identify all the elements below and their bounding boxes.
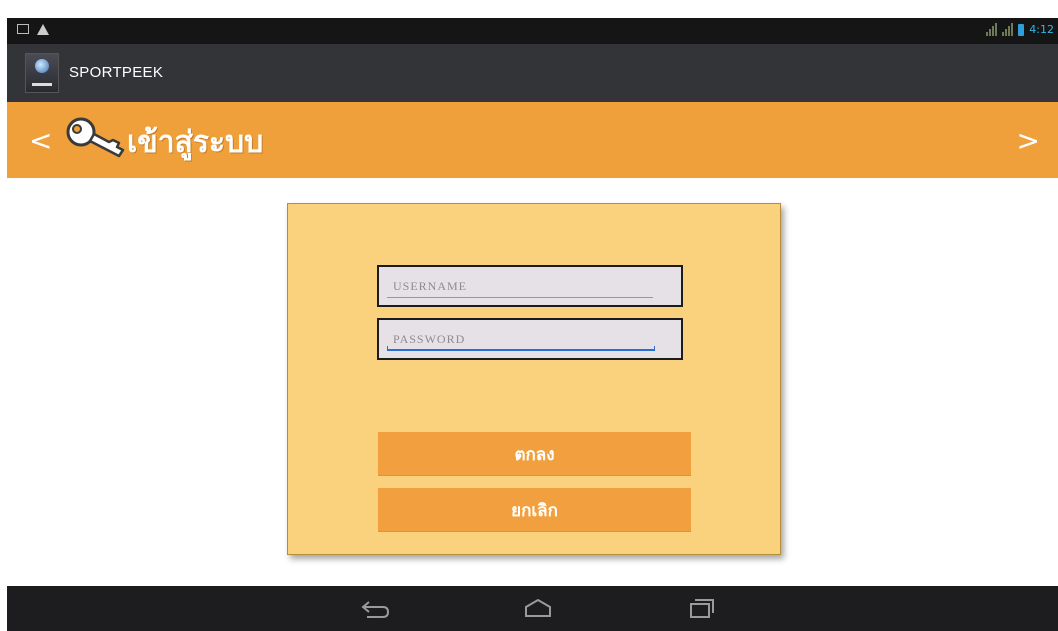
system-navigation-bar	[7, 586, 1058, 631]
ok-button[interactable]: ตกลง	[378, 432, 691, 476]
username-underline	[387, 297, 653, 298]
app-title: SPORTPEEK	[69, 64, 164, 81]
password-underline	[387, 346, 655, 351]
app-screen: 4:12 SPORTPEEK < เข้าสู่ระบบ > USERNAME …	[7, 18, 1058, 631]
notification-icons	[17, 24, 49, 35]
status-clock: 4:12	[1029, 23, 1054, 36]
system-indicators: 4:12	[986, 23, 1054, 36]
username-field[interactable]	[377, 265, 683, 307]
main-content: ตกลง ยกเลิก	[7, 178, 1058, 586]
status-bar: 4:12	[7, 18, 1058, 44]
signal-icon	[1002, 23, 1014, 36]
home-icon[interactable]	[520, 596, 556, 620]
logo-base	[32, 83, 52, 86]
cancel-button[interactable]: ยกเลิก	[378, 488, 691, 532]
screenshot-icon	[17, 24, 29, 34]
recent-apps-icon[interactable]	[682, 596, 718, 620]
previous-page-button[interactable]: <	[29, 124, 52, 157]
page-title: เข้าสู่ระบบ	[127, 125, 264, 160]
next-page-button[interactable]: >	[1017, 124, 1040, 157]
page-header: < เข้าสู่ระบบ >	[7, 102, 1058, 178]
back-icon[interactable]	[357, 596, 393, 620]
password-field[interactable]	[377, 318, 683, 360]
sportpeek-logo-icon[interactable]	[25, 53, 59, 93]
username-input[interactable]	[385, 273, 679, 299]
key-icon	[66, 117, 125, 158]
login-panel: ตกลง ยกเลิก	[287, 203, 781, 555]
signal-icon	[986, 23, 998, 36]
globe-icon	[35, 59, 49, 73]
action-bar: SPORTPEEK	[7, 44, 1058, 102]
warning-icon	[37, 24, 49, 35]
battery-icon	[1018, 23, 1025, 36]
